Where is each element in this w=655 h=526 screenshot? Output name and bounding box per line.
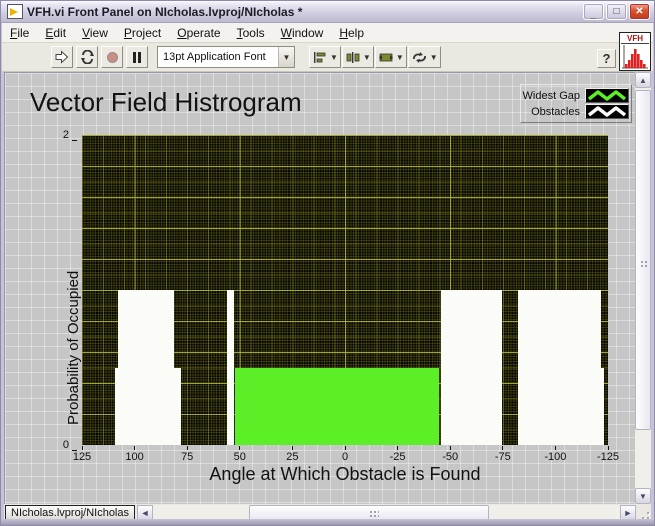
menu-help[interactable]: Help [331,24,372,42]
bar-obstacles [441,290,502,445]
run-continuously-button[interactable] [76,46,98,68]
legend-label: Obstacles [531,106,580,118]
y-tick-mark [72,140,77,141]
resize-objects-icon [378,51,394,64]
x-tick-mark [239,446,240,450]
menu-edit[interactable]: Edit [37,24,74,42]
align-dropdown-caret: ▼ [330,53,338,62]
plot-area [82,135,608,445]
reorder-dropdown-caret: ▼ [430,53,438,62]
x-axis: 1251007550250-25-50-75-100-125 [82,445,608,463]
window-title: VFH.vi Front Panel on NIcholas.lvproj/NI… [27,5,581,19]
vi-window-icon [7,4,23,19]
x-axis-label: Angle at Which Obstacle is Found [82,464,608,485]
y-tick-label: 2 [63,129,69,141]
toolbar: 13pt Application Font ▼ ▼ ▼ [2,43,653,72]
legend-row-widest-gap[interactable]: Widest Gap [523,88,629,103]
scroll-left-icon: ◄ [141,508,150,518]
legend-plot-style-icon[interactable] [585,88,629,103]
abort-button[interactable] [101,46,123,68]
x-tick-label: -25 [390,451,406,463]
scroll-right-icon: ► [624,508,633,518]
font-selector-value: 13pt Application Font [158,51,278,63]
menu-project[interactable]: Project [116,24,169,42]
vi-icon[interactable]: VFH [619,32,651,71]
x-tick-mark [187,446,188,450]
y-axis-label: Probability of Occupied [65,409,82,425]
scroll-down-button[interactable]: ▼ [635,488,651,504]
x-tick-mark [345,446,346,450]
align-objects-button[interactable]: ▼ [309,46,341,68]
distribute-objects-button[interactable]: ▼ [342,46,374,68]
x-tick-mark [82,446,83,450]
x-tick-mark [134,446,135,450]
font-selector-dropdown-icon[interactable]: ▼ [278,47,294,67]
scroll-up-button[interactable]: ▲ [635,72,651,88]
pause-button[interactable] [126,46,148,68]
close-button[interactable]: ✕ [629,3,650,20]
menu-tools[interactable]: Tools [229,24,273,42]
scroll-down-icon: ▼ [639,492,647,501]
run-arrow-icon [55,50,69,64]
run-continuously-icon [80,50,95,64]
menu-bar: FileEditViewProjectOperateToolsWindowHel… [2,23,653,43]
window-bottom-border [1,519,654,525]
menu-operate[interactable]: Operate [169,24,228,42]
minimize-button[interactable]: _ [583,3,604,20]
thumb-grip [369,510,379,518]
reorder-icon [411,51,428,64]
labview-window: VFH.vi Front Panel on NIcholas.lvproj/NI… [0,0,655,526]
front-panel: Vector Field Histrogram Widest Gap Obstac… [4,72,637,504]
x-tick-label: -50 [442,451,458,463]
vi-icon-histogram [621,44,649,70]
x-tick-label: 100 [125,451,143,463]
context-help-button[interactable]: ? [597,49,616,68]
bar-obstacles [118,290,174,445]
font-selector[interactable]: 13pt Application Font ▼ [157,46,295,68]
vertical-scroll-thumb[interactable] [635,90,651,430]
pause-icon [133,52,141,63]
menu-window[interactable]: Window [273,24,332,42]
x-tick-label: 0 [342,451,348,463]
resize-dropdown-caret: ▼ [396,53,404,62]
run-button[interactable] [51,46,73,68]
bar-widest-gap [235,368,439,446]
x-tick-label: 25 [286,451,298,463]
vertical-scrollbar[interactable]: ▲ ▼ [635,72,651,504]
scroll-up-icon: ▲ [639,76,647,85]
menu-view[interactable]: View [74,24,116,42]
x-tick-mark [450,446,451,450]
x-tick-mark [502,446,503,450]
x-tick-mark [608,446,609,450]
reorder-button[interactable]: ▼ [408,46,441,68]
distribute-objects-icon [345,51,361,64]
x-tick-mark [292,446,293,450]
x-tick-mark [397,446,398,450]
menu-file[interactable]: File [2,24,37,42]
bar-obstacles [227,290,234,445]
maximize-button[interactable]: □ [606,3,627,20]
x-tick-label: -125 [597,451,619,463]
legend-plot-style-icon[interactable] [585,104,629,119]
legend-row-obstacles[interactable]: Obstacles [523,104,629,119]
vi-icon-label: VFH [621,34,649,44]
abort-icon [107,52,118,63]
bar-obstacles [518,290,601,445]
x-tick-mark [555,446,556,450]
graph-title: Vector Field Histrogram [30,87,302,118]
distribute-dropdown-caret: ▼ [363,53,371,62]
x-tick-label: -75 [495,451,511,463]
thumb-grip [640,260,648,268]
resize-objects-button[interactable]: ▼ [375,46,407,68]
x-tick-label: -100 [544,451,566,463]
x-tick-label: 125 [73,451,91,463]
x-tick-label: 75 [181,451,193,463]
legend-label: Widest Gap [523,90,580,102]
plot-legend[interactable]: Widest Gap Obstacles [520,84,632,123]
align-objects-icon [312,51,328,64]
title-bar: VFH.vi Front Panel on NIcholas.lvproj/NI… [1,1,654,23]
y-tick-label: 0 [63,439,69,451]
x-tick-label: 50 [234,451,246,463]
